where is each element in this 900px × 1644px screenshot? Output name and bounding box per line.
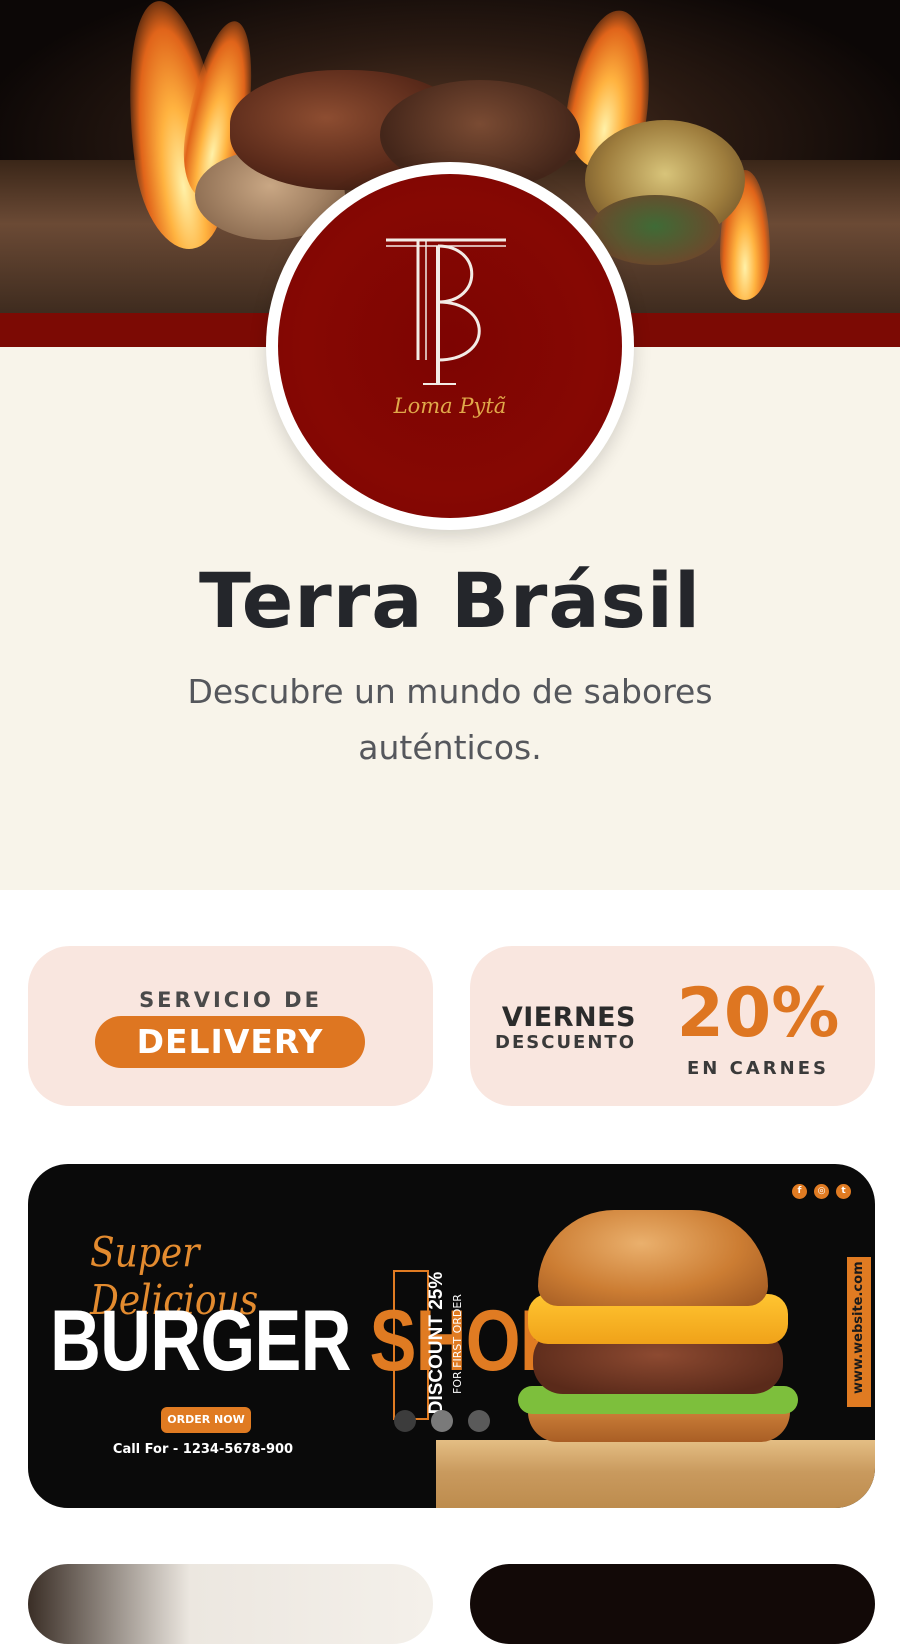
facebook-icon[interactable]: f xyxy=(792,1184,807,1199)
banner-discount: DISCOUNT 25% xyxy=(426,1271,447,1415)
carousel-dot-2[interactable] xyxy=(431,1410,453,1432)
delivery-promo-card[interactable]: SERVICIO DE DELIVERY xyxy=(28,946,433,1106)
restaurant-tagline: Descubre un mundo de sabores auténticos. xyxy=(187,672,713,767)
wooden-table xyxy=(436,1440,875,1508)
tb-monogram-icon xyxy=(386,238,506,385)
discount-category: EN CARNES xyxy=(687,1058,829,1079)
order-now-button[interactable]: ORDER NOW xyxy=(161,1407,251,1433)
call-info: Call For - 1234-5678-900 xyxy=(112,1442,294,1457)
discount-frame xyxy=(393,1270,429,1420)
carousel-dot-1[interactable] xyxy=(394,1410,416,1432)
restaurant-name: Terra Brásil xyxy=(198,556,702,645)
burger-shop-banner[interactable]: f ◎ t Super Delicious BURGER SHOP ORDER … xyxy=(28,1164,875,1508)
delivery-label: SERVICIO DE xyxy=(139,988,322,1012)
discount-label: DESCUENTO xyxy=(495,1032,636,1053)
banner-discount-note: FOR FIRST ORDER xyxy=(451,1294,464,1394)
banner-website[interactable]: www.website.com xyxy=(847,1261,871,1394)
instagram-icon[interactable]: ◎ xyxy=(814,1184,829,1199)
burger-bun-top xyxy=(538,1210,768,1306)
discount-day: VIERNES xyxy=(501,1002,636,1033)
menu-card-right[interactable] xyxy=(470,1564,875,1644)
discount-percent: 20% xyxy=(676,974,840,1053)
delivery-pill: DELIVERY xyxy=(95,1016,365,1068)
logo-script: Loma Pytã xyxy=(393,394,507,418)
menu-card-left[interactable] xyxy=(28,1564,433,1644)
headline-burger: BURGER xyxy=(50,1293,352,1389)
twitter-icon[interactable]: t xyxy=(836,1184,851,1199)
carousel-dot-3[interactable] xyxy=(468,1410,490,1432)
discount-promo-card[interactable]: VIERNES DESCUENTO 20% EN CARNES xyxy=(470,946,875,1106)
restaurant-logo: Loma Pytã xyxy=(278,174,622,518)
banner-headline: BURGER SHOP xyxy=(50,1292,567,1391)
